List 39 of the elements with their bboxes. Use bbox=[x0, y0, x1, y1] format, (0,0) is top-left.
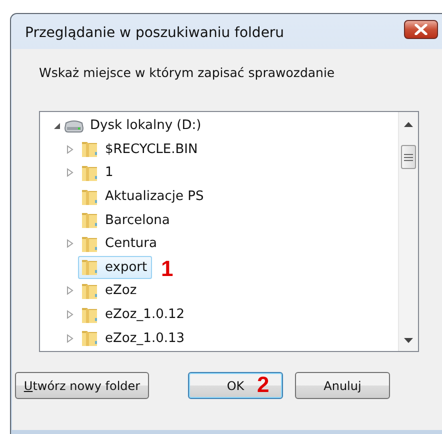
scroll-up-icon[interactable] bbox=[404, 122, 413, 127]
tree-item[interactable]: Barcelona bbox=[78, 208, 175, 232]
annotation-number: 1 bbox=[161, 256, 174, 281]
annotation-number: 2 bbox=[257, 371, 270, 398]
cancel-button[interactable]: Anuluj bbox=[295, 372, 390, 399]
window-title: Przeglądanie w poszukiwaniu folderu bbox=[25, 24, 284, 40]
folder-icon bbox=[81, 306, 99, 324]
tree-item[interactable]: Dysk lokalny (D:) bbox=[90, 118, 202, 134]
expand-icon[interactable] bbox=[66, 239, 74, 248]
instruction-text: Wskaż miejsce w którym zapisać sprawozdanie bbox=[39, 65, 336, 82]
folder-icon bbox=[81, 282, 99, 300]
folder-icon bbox=[81, 258, 99, 276]
tree-item[interactable]: Aktualizacje PS bbox=[78, 185, 209, 208]
expand-icon[interactable] bbox=[66, 144, 74, 154]
new-folder-button[interactable]: Utwórz nowy folder bbox=[15, 372, 149, 399]
tree-item[interactable]: 1 bbox=[78, 161, 118, 184]
tree-item[interactable]: Centura bbox=[78, 232, 162, 256]
tree-item[interactable]: eZoz_1.0.12 bbox=[78, 303, 190, 326]
drive-icon bbox=[64, 118, 84, 133]
folder-icon bbox=[81, 164, 99, 182]
folder-icon bbox=[81, 234, 99, 253]
expand-icon[interactable] bbox=[66, 168, 74, 178]
close-button[interactable] bbox=[404, 20, 438, 39]
scrollbar-thumb[interactable] bbox=[401, 145, 416, 169]
tree-item[interactable]: eZoz_1.0.13 bbox=[78, 326, 190, 350]
folder-icon bbox=[81, 329, 99, 348]
collapse-icon[interactable] bbox=[53, 122, 61, 130]
expand-icon[interactable] bbox=[66, 310, 74, 320]
scroll-down-icon[interactable] bbox=[404, 338, 413, 343]
tree-item[interactable]: export bbox=[78, 256, 152, 279]
tree-item[interactable]: $RECYCLE.BIN bbox=[78, 138, 203, 161]
folder-icon bbox=[81, 211, 99, 230]
close-icon bbox=[414, 24, 428, 35]
scrollbar[interactable] bbox=[398, 112, 418, 351]
folder-icon bbox=[81, 140, 99, 158]
expand-icon[interactable] bbox=[66, 286, 74, 296]
folder-icon bbox=[81, 188, 99, 206]
expand-icon[interactable] bbox=[66, 334, 74, 343]
tree-item[interactable]: eZoz bbox=[78, 279, 142, 302]
